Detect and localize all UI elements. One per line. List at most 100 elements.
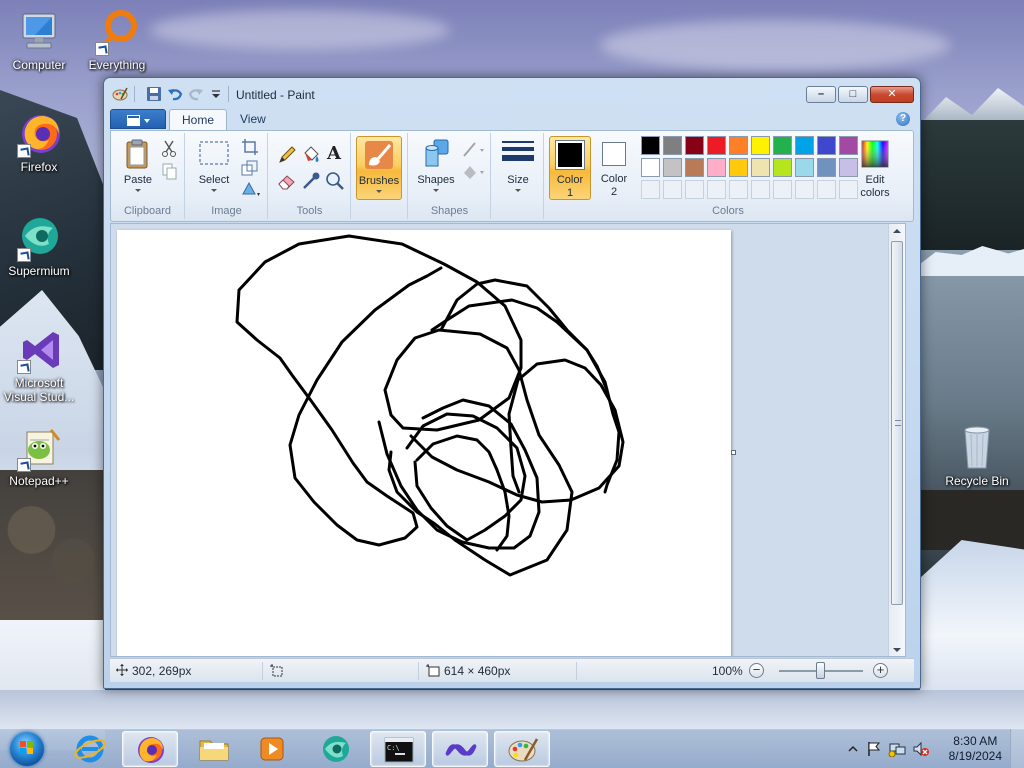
network-icon[interactable] [888, 741, 906, 760]
palette-swatch[interactable] [729, 136, 748, 155]
group-shapes: Shapes Shapes [409, 133, 491, 219]
maximize-button[interactable]: □ [838, 86, 868, 103]
select-button[interactable]: Select [191, 136, 237, 200]
palette-swatch[interactable] [773, 158, 792, 177]
size-button[interactable]: Size [495, 136, 541, 200]
magnifier-icon[interactable] [323, 169, 345, 191]
taskbar-command-prompt[interactable]: C:\ [370, 731, 426, 767]
desktop-icon-everything[interactable]: Everything [79, 8, 155, 72]
outline-icon[interactable] [461, 139, 484, 159]
canvas-resize-handle-right[interactable] [731, 450, 736, 455]
palette-swatch[interactable] [817, 136, 836, 155]
vertical-scrollbar[interactable] [888, 224, 905, 656]
fill-icon[interactable] [461, 161, 484, 181]
brushes-button[interactable]: Brushes [356, 136, 402, 200]
paint-window[interactable]: Untitled - Paint – □ ✕ Home View ? Paste [103, 77, 921, 689]
group-brushes: Brushes [352, 133, 408, 219]
desktop-icon-visual-studio[interactable]: Microsoft Visual Stud... [1, 326, 77, 404]
pencil-icon[interactable] [275, 143, 297, 165]
palette-swatch[interactable] [729, 158, 748, 177]
redo-icon[interactable] [188, 86, 204, 102]
text-tool-icon[interactable]: A [323, 143, 345, 165]
taskbar-media-player[interactable] [244, 731, 300, 767]
palette-swatch[interactable] [773, 136, 792, 155]
paste-button[interactable]: Paste [115, 136, 161, 200]
scroll-up-icon[interactable] [893, 229, 901, 233]
palette-swatch[interactable] [641, 158, 660, 177]
rotate-icon[interactable] [240, 179, 260, 199]
close-icon: ✕ [887, 88, 897, 100]
zoom-slider-thumb[interactable] [816, 662, 825, 679]
taskbar-supermium[interactable] [308, 731, 364, 767]
palette-custom-slot[interactable] [751, 180, 770, 199]
scroll-down-icon[interactable] [893, 648, 901, 652]
close-button[interactable]: ✕ [870, 86, 914, 103]
palette-swatch[interactable] [663, 136, 682, 155]
desktop-icon-supermium[interactable]: Supermium [1, 214, 77, 278]
palette-custom-slot[interactable] [795, 180, 814, 199]
show-hidden-icons-chevron-icon[interactable] [848, 743, 858, 757]
palette-swatch[interactable] [707, 136, 726, 155]
chevron-down-icon [376, 190, 382, 193]
palette-swatch[interactable] [751, 136, 770, 155]
palette-custom-slot[interactable] [707, 180, 726, 199]
color2-button[interactable]: Color 2 [593, 136, 635, 200]
help-icon[interactable]: ? [896, 112, 910, 126]
action-center-flag-icon[interactable] [866, 741, 882, 760]
desktop-icon-notepadpp[interactable]: Notepad++ [1, 424, 77, 488]
group-label-image: Image [211, 205, 242, 217]
palette-swatch[interactable] [751, 158, 770, 177]
undo-icon[interactable] [167, 86, 183, 102]
window-titlebar[interactable]: Untitled - Paint – □ ✕ [104, 78, 920, 108]
clock[interactable]: 8:30 AM 8/19/2024 [949, 734, 1002, 764]
palette-swatch[interactable] [795, 136, 814, 155]
taskbar-firefox[interactable] [122, 731, 178, 767]
cut-icon[interactable] [159, 139, 179, 159]
scrollbar-thumb[interactable] [891, 241, 903, 605]
fill-bucket-icon[interactable] [299, 143, 321, 165]
desktop-icon-computer[interactable]: Computer [1, 8, 77, 72]
palette-swatch[interactable] [685, 136, 704, 155]
taskbar-visual-studio[interactable] [432, 731, 488, 767]
palette-custom-slot[interactable] [817, 180, 836, 199]
palette-swatch[interactable] [795, 158, 814, 177]
resize-icon[interactable] [240, 158, 260, 178]
palette-custom-slot[interactable] [773, 180, 792, 199]
palette-swatch[interactable] [641, 136, 660, 155]
edit-colors-button[interactable]: Edit colors [851, 136, 899, 200]
show-desktop-button[interactable] [1010, 729, 1024, 768]
taskbar-paint[interactable] [494, 731, 550, 767]
minimize-icon: – [817, 88, 825, 100]
minimize-button[interactable]: – [806, 86, 836, 103]
palette-custom-slot[interactable] [685, 180, 704, 199]
palette-swatch[interactable] [685, 158, 704, 177]
customize-qat-icon[interactable] [210, 86, 226, 102]
desktop-icon-firefox[interactable]: Firefox [1, 110, 77, 174]
volume-muted-icon[interactable] [912, 741, 930, 760]
drawing-canvas[interactable] [117, 230, 731, 656]
color-picker-icon[interactable] [299, 169, 321, 191]
start-button[interactable] [4, 730, 50, 768]
copy-icon[interactable] [159, 161, 179, 181]
tab-home[interactable]: Home [169, 109, 228, 130]
eraser-icon[interactable] [275, 169, 297, 191]
tab-view[interactable]: View [228, 109, 278, 130]
clock-date: 8/19/2024 [948, 749, 1002, 763]
save-icon[interactable] [146, 86, 162, 102]
paint-menu-button[interactable] [110, 109, 166, 129]
taskbar-internet-explorer[interactable] [62, 731, 118, 767]
palette-swatch[interactable] [707, 158, 726, 177]
zoom-in-button[interactable]: + [873, 663, 888, 678]
paint-app-icon[interactable] [112, 86, 128, 102]
palette-swatch[interactable] [817, 158, 836, 177]
desktop-icon-recycle-bin[interactable]: Recycle Bin [937, 424, 1017, 488]
palette-swatch[interactable] [663, 158, 682, 177]
palette-custom-slot[interactable] [641, 180, 660, 199]
crop-icon[interactable] [240, 137, 260, 157]
taskbar-file-explorer[interactable] [186, 731, 242, 767]
palette-custom-slot[interactable] [663, 180, 682, 199]
shapes-button[interactable]: Shapes [413, 136, 459, 200]
color1-button[interactable]: Color 1 [549, 136, 591, 200]
palette-custom-slot[interactable] [729, 180, 748, 199]
zoom-out-button[interactable]: − [749, 663, 764, 678]
